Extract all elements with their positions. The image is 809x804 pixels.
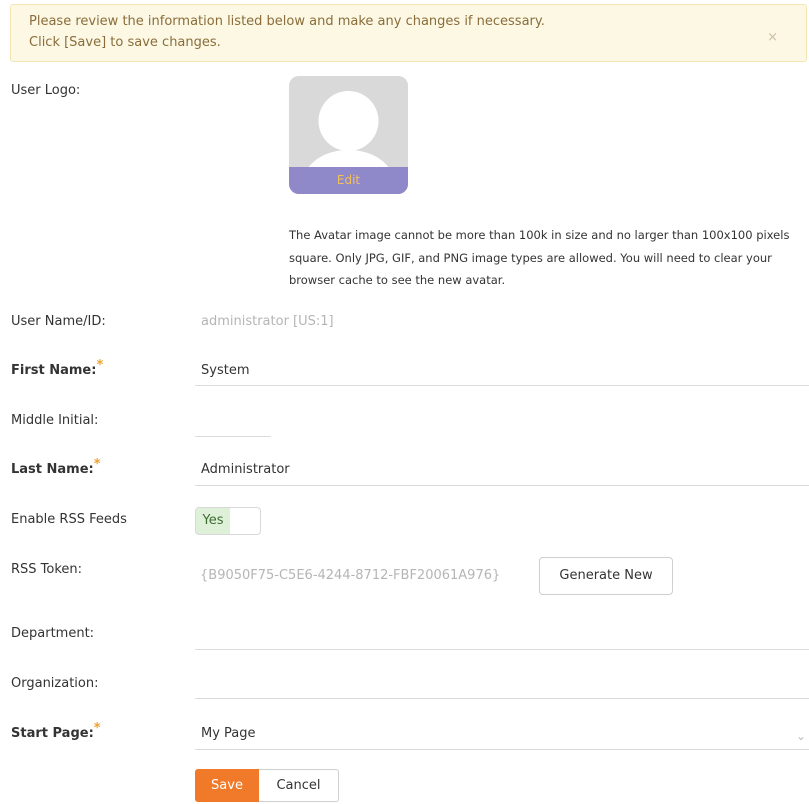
organization-underline	[195, 698, 809, 699]
username-value: administrator [US:1]	[201, 314, 334, 329]
required-star: *	[93, 457, 101, 472]
start-page-label: Start Page:*	[11, 721, 101, 741]
organization-label: Organization:	[11, 676, 99, 691]
last-name-label: Last Name:*	[11, 457, 101, 477]
start-page-select[interactable]: My Page	[201, 726, 256, 741]
start-page-label-text: Start Page:	[11, 726, 94, 741]
generate-new-button[interactable]: Generate New	[539, 557, 673, 595]
last-name-input[interactable]: Administrator	[201, 462, 290, 477]
alert-line-2: Click [Save] to save changes.	[29, 35, 221, 50]
rss-enable-toggle[interactable]: Yes	[195, 507, 261, 535]
middle-initial-underline	[195, 436, 271, 437]
rss-token-value: {B9050F75-C5E6-4244-8712-FBF20061A976}	[200, 568, 501, 583]
last-name-label-text: Last Name:	[11, 462, 94, 477]
avatar[interactable]: Edit	[289, 76, 408, 194]
department-label: Department:	[11, 626, 95, 641]
avatar-help-text: The Avatar image cannot be more than 100…	[289, 228, 790, 287]
cancel-button[interactable]: Cancel	[259, 769, 339, 802]
first-name-label-text: First Name:	[11, 363, 97, 378]
save-button[interactable]: Save	[195, 769, 259, 802]
middle-initial-label: Middle Initial:	[11, 413, 99, 428]
user-logo-label: User Logo:	[11, 83, 81, 98]
first-name-input[interactable]: System	[201, 363, 249, 378]
rss-token-label: RSS Token:	[11, 562, 83, 577]
required-star: *	[93, 721, 101, 736]
avatar-edit-button[interactable]: Edit	[289, 167, 408, 194]
start-page-underline	[195, 749, 809, 750]
review-alert: Please review the information listed bel…	[10, 4, 807, 62]
close-icon[interactable]: ×	[767, 27, 778, 48]
rss-enable-label: Enable RSS Feeds	[11, 512, 127, 527]
alert-line-1: Please review the information listed bel…	[29, 14, 545, 29]
username-label: User Name/ID:	[11, 314, 106, 329]
department-underline	[195, 649, 809, 650]
rss-toggle-on-label: Yes	[196, 508, 230, 534]
first-name-label: First Name:*	[11, 358, 103, 378]
first-name-underline	[195, 385, 809, 386]
chevron-down-icon[interactable]: ⌄	[796, 729, 806, 743]
last-name-underline	[195, 485, 809, 486]
required-star: *	[96, 358, 104, 373]
